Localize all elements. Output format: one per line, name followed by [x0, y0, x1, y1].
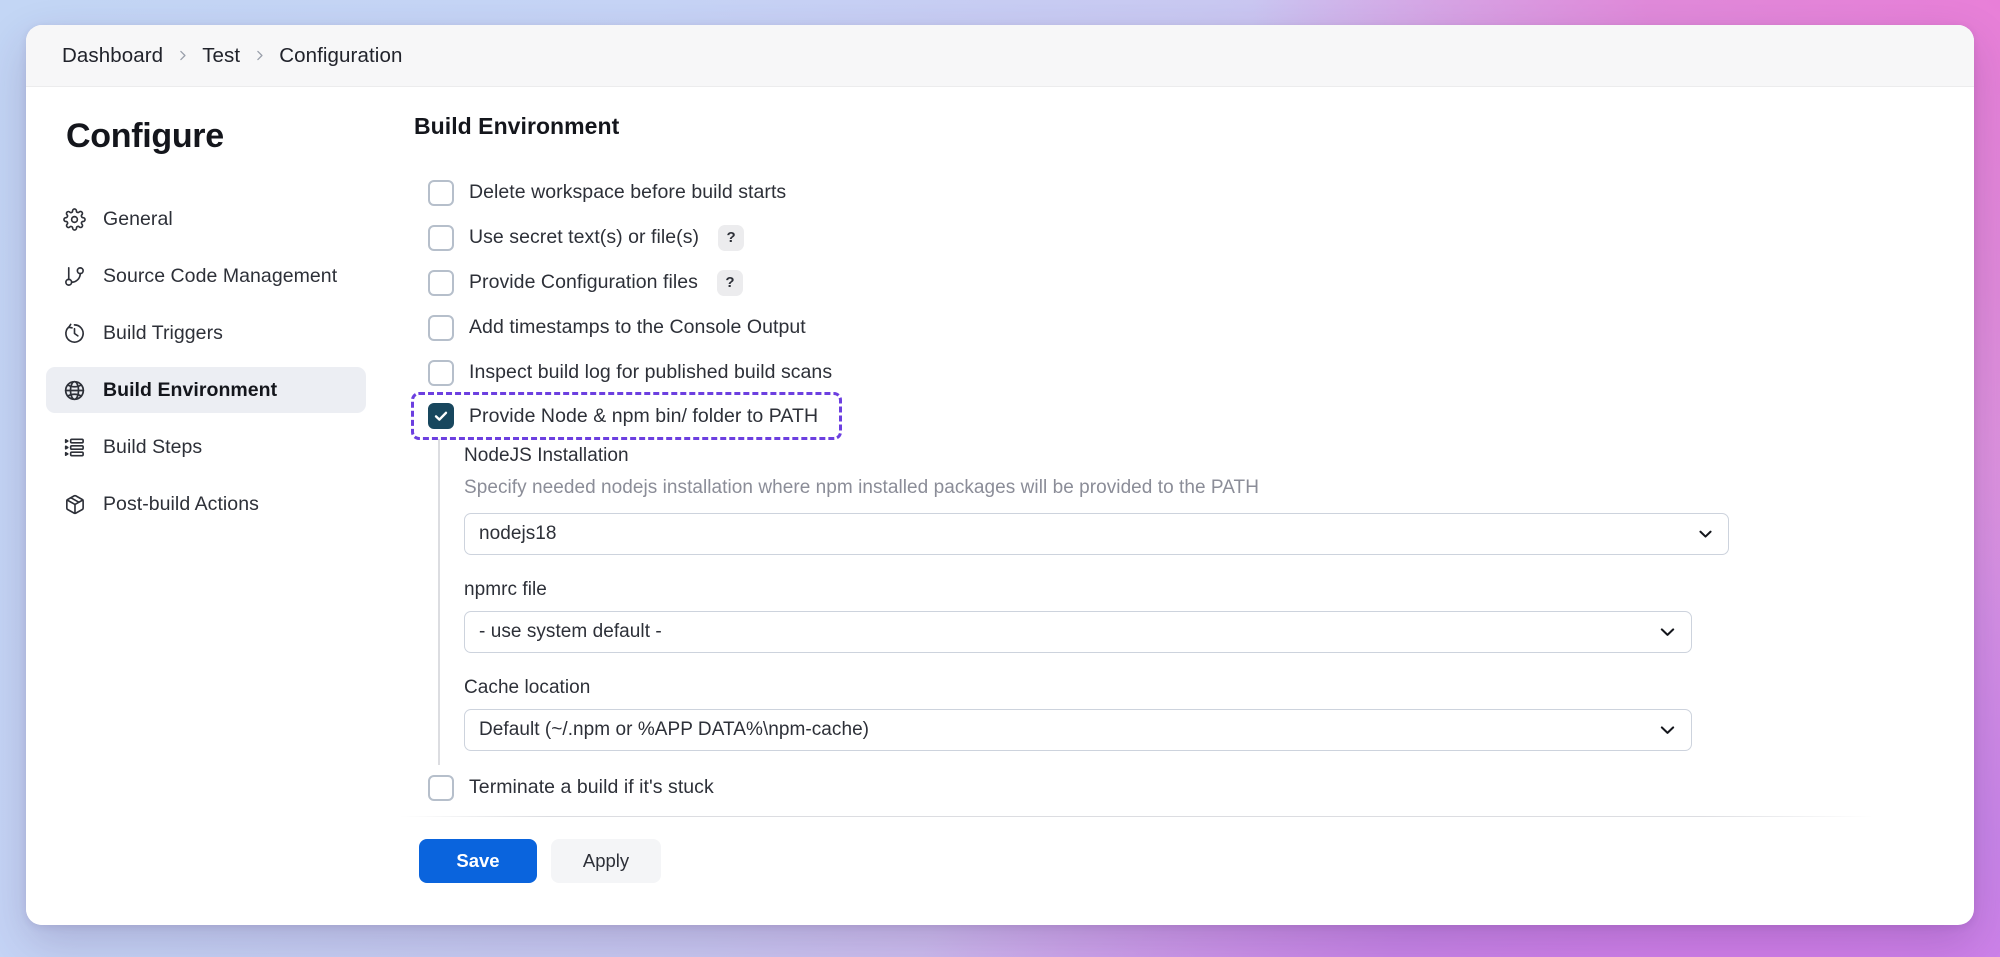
- gear-icon: [62, 207, 86, 231]
- field-label: NodeJS Installation: [464, 445, 629, 466]
- select-npmrc-file[interactable]: - use system default -: [464, 611, 1692, 653]
- action-bar: Save Apply: [419, 839, 661, 883]
- body-split: Configure General Source Code Management: [26, 87, 1974, 925]
- breadcrumb-item-test[interactable]: Test: [202, 44, 240, 68]
- checkbox-add-timestamps[interactable]: [428, 314, 454, 341]
- select-value: Default (~/.npm or %APP DATA%\npm-cache): [479, 719, 870, 740]
- sidebar-item-label: Build Steps: [103, 435, 203, 458]
- checkbox-label: Delete workspace before build starts: [469, 181, 787, 203]
- sidebar-item-post-build-actions[interactable]: Post-build Actions: [46, 481, 366, 527]
- help-icon[interactable]: ?: [718, 224, 745, 251]
- checkbox-provide-configuration-files[interactable]: [428, 269, 454, 296]
- page-title: Configure: [66, 117, 224, 155]
- select-cache-location[interactable]: Default (~/.npm or %APP DATA%\npm-cache): [464, 709, 1692, 751]
- sidebar-item-general[interactable]: General: [46, 196, 366, 242]
- field-npmrc-file: npmrc file - use system default -: [464, 579, 1974, 653]
- sidebar: Configure General Source Code Management: [26, 87, 386, 925]
- checkbox-row-inspect-build-log[interactable]: Inspect build log for published build sc…: [414, 350, 1974, 395]
- checkbox-label: Add timestamps to the Console Output: [469, 316, 806, 338]
- select-value: - use system default -: [479, 621, 662, 642]
- chevron-right-icon: [253, 49, 266, 62]
- checkbox-provide-node-npm-path[interactable]: [428, 403, 454, 429]
- git-branch-icon: [62, 264, 86, 288]
- checkbox-row-provide-node-npm-path[interactable]: Provide Node & npm bin/ folder to PATH: [411, 392, 842, 440]
- nodejs-config-section: NodeJS Installation Specify needed nodej…: [438, 439, 1974, 765]
- help-icon[interactable]: ?: [716, 269, 743, 296]
- select-value: nodejs18: [479, 523, 557, 544]
- sidebar-item-label: Source Code Management: [103, 264, 338, 287]
- checkbox-row-use-secret-text[interactable]: Use secret text(s) or file(s) ?: [414, 215, 1974, 260]
- checkbox-row-provide-configuration-files[interactable]: Provide Configuration files ?: [414, 260, 1974, 305]
- main-panel: Build Environment Delete workspace befor…: [386, 87, 1974, 925]
- breadcrumb-item-dashboard[interactable]: Dashboard: [62, 44, 163, 68]
- checkbox-inspect-build-log[interactable]: [428, 359, 454, 386]
- clock-icon: [62, 321, 86, 345]
- checkbox-row-terminate-build[interactable]: Terminate a build if it's stuck: [414, 765, 1974, 810]
- sidebar-nav: General Source Code Management Build Tri…: [26, 196, 386, 527]
- divider: [400, 816, 1874, 817]
- checkbox-label: Provide Configuration files: [469, 271, 698, 293]
- checkbox-terminate-build[interactable]: [428, 774, 454, 801]
- checkbox-delete-workspace[interactable]: [428, 179, 454, 206]
- sidebar-item-source-code-management[interactable]: Source Code Management: [46, 253, 366, 299]
- globe-icon: [62, 378, 86, 402]
- breadcrumb-item-configuration[interactable]: Configuration: [279, 44, 402, 68]
- package-icon: [62, 492, 86, 516]
- checkbox-label: Inspect build log for published build sc…: [469, 361, 833, 383]
- field-description: Specify needed nodejs installation where…: [464, 477, 1259, 498]
- checkbox-label: Provide Node & npm bin/ folder to PATH: [469, 404, 819, 427]
- chevron-down-icon: [1658, 721, 1677, 740]
- chevron-right-icon: [176, 49, 189, 62]
- checkbox-use-secret-text[interactable]: [428, 224, 454, 251]
- sidebar-item-label: Build Triggers: [103, 321, 223, 344]
- field-cache-location: Cache location Default (~/.npm or %APP D…: [464, 677, 1974, 751]
- sidebar-item-label: Post-build Actions: [103, 492, 259, 515]
- field-nodejs-installation: NodeJS Installation Specify needed nodej…: [464, 445, 1974, 555]
- section-title: Build Environment: [414, 113, 620, 139]
- checkbox-label: Terminate a build if it's stuck: [469, 776, 714, 798]
- chevron-down-icon: [1697, 526, 1714, 543]
- sidebar-item-label: General: [103, 207, 173, 230]
- checkbox-row-add-timestamps[interactable]: Add timestamps to the Console Output: [414, 305, 1974, 350]
- sidebar-item-label: Build Environment: [103, 378, 278, 401]
- sidebar-item-build-triggers[interactable]: Build Triggers: [46, 310, 366, 356]
- field-label: npmrc file: [464, 579, 547, 600]
- configure-window: Dashboard Test Configuration Configure G…: [26, 25, 1974, 925]
- select-nodejs-installation[interactable]: nodejs18: [464, 513, 1729, 555]
- sidebar-item-build-steps[interactable]: Build Steps: [46, 424, 366, 470]
- field-label: Cache location: [464, 677, 591, 698]
- apply-button[interactable]: Apply: [551, 839, 661, 883]
- breadcrumb: Dashboard Test Configuration: [26, 25, 1974, 87]
- save-button[interactable]: Save: [419, 839, 537, 883]
- chevron-down-icon: [1658, 623, 1677, 642]
- checkbox-row-delete-workspace[interactable]: Delete workspace before build starts: [414, 170, 1974, 215]
- checkbox-label: Use secret text(s) or file(s): [469, 226, 700, 248]
- sidebar-item-build-environment[interactable]: Build Environment: [46, 367, 366, 413]
- list-icon: [62, 435, 86, 459]
